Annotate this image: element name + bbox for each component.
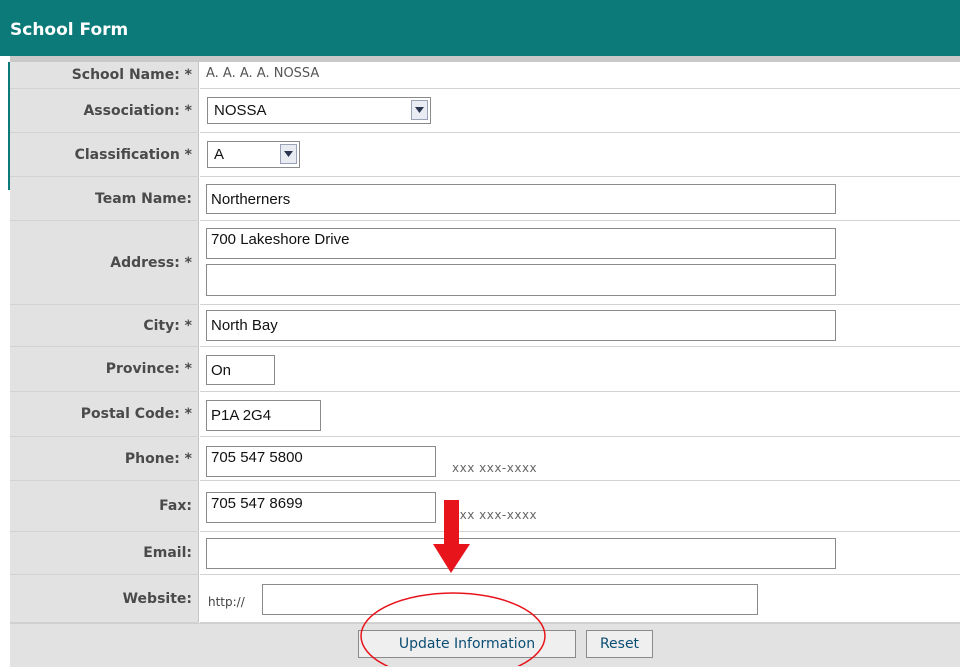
annotation-overlay bbox=[360, 500, 546, 666]
red-circle-annotation bbox=[360, 592, 546, 666]
red-arrow-icon bbox=[433, 500, 470, 573]
